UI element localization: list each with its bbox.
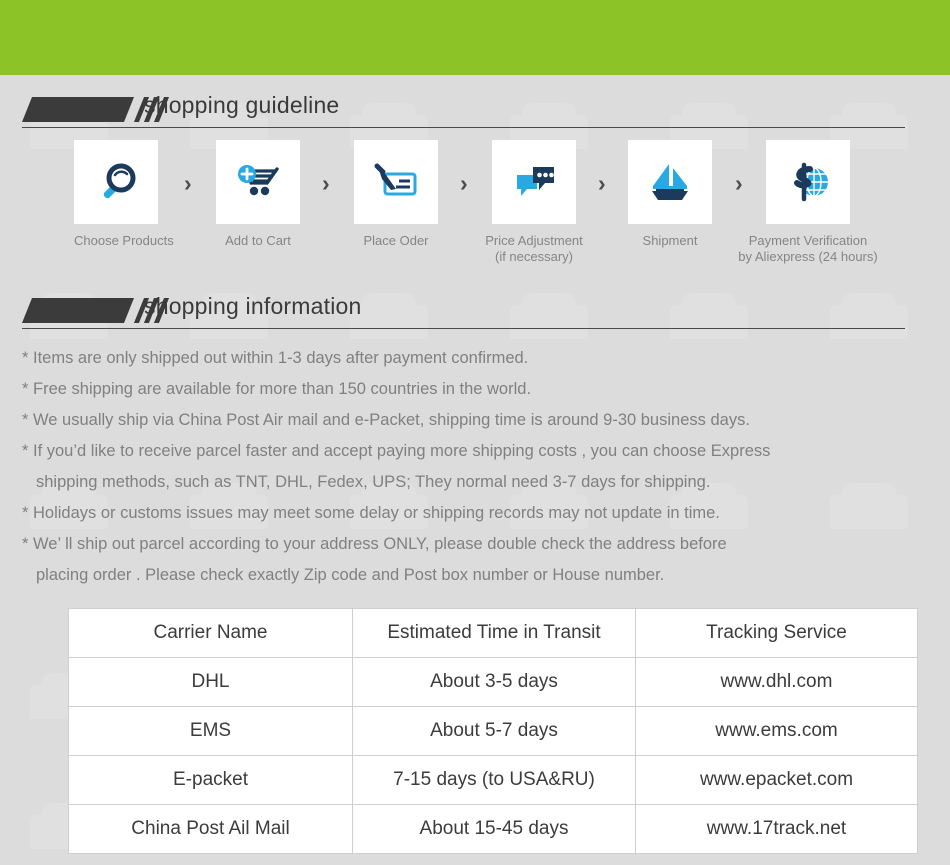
step-label: Price Adjustment (if necessary) <box>434 233 634 265</box>
cell-carrier-name: DHL <box>68 657 353 707</box>
cell-tracking-service[interactable]: www.epacket.com <box>635 755 918 805</box>
table-row: E-packet 7-15 days (to USA&RU) www.epack… <box>68 755 918 805</box>
step-label-line1: Choose Products <box>74 233 174 248</box>
step-tile <box>766 140 850 224</box>
shipping-notes: * Items are only shipped out within 1-3 … <box>22 343 927 591</box>
cell-tracking-service[interactable]: www.dhl.com <box>635 657 918 707</box>
guideline-title: shopping guideline <box>144 92 340 118</box>
step-choose-products: Choose Products <box>74 140 174 249</box>
step-label-line1: Shipment <box>642 233 698 248</box>
cell-carrier-name: China Post Ail Mail <box>68 804 353 854</box>
note-line-continued: placing order . Please check exactly Zip… <box>36 566 665 584</box>
step-add-to-cart: Add to Cart <box>216 140 300 249</box>
cell-estimated-time: About 15-45 days <box>352 804 636 854</box>
step-place-order: Place Oder <box>354 140 438 249</box>
step-tile <box>74 140 158 224</box>
information-underline <box>22 328 905 329</box>
step-label: Payment Verification by Aliexpress (24 h… <box>708 233 908 265</box>
column-header-carrier-name: Carrier Name <box>68 608 353 658</box>
shipping-info-page: shopping guideline Choose Products › Add… <box>0 0 950 865</box>
step-price-adjustment: Price Adjustment (if necessary) <box>485 140 583 265</box>
note-line: * We usually ship via China Post Air mai… <box>22 411 750 429</box>
step-label-line2: by Aliexpress (24 hours) <box>738 249 878 264</box>
note-line: * Free shipping are available for more t… <box>22 380 532 398</box>
cell-tracking-service[interactable]: www.17track.net <box>635 804 918 854</box>
step-payment-verification: Payment Verification by Aliexpress (24 h… <box>738 140 878 265</box>
cart-plus-icon <box>238 165 279 196</box>
cell-estimated-time: About 5-7 days <box>352 706 636 756</box>
heading-badge-shape <box>22 97 134 122</box>
step-tile <box>628 140 712 224</box>
note-line: * Holidays or customs issues may meet so… <box>22 504 720 522</box>
step-tile <box>216 140 300 224</box>
step-label: Shipment <box>628 233 712 249</box>
step-tile <box>354 140 438 224</box>
guideline-underline <box>22 127 905 128</box>
chat-bubbles-icon <box>517 167 554 196</box>
note-line: * Items are only shipped out within 1-3 … <box>22 349 529 367</box>
step-shipment: Shipment <box>628 140 712 249</box>
green-header-bar <box>0 0 950 75</box>
pen-card-icon <box>374 163 417 196</box>
note-line: * We’ ll ship out parcel according to yo… <box>22 535 727 553</box>
table-row: China Post Ail Mail About 15-45 days www… <box>68 804 918 854</box>
column-header-tracking-service: Tracking Service <box>635 608 918 658</box>
information-section-header: shopping information <box>0 293 950 331</box>
column-header-estimated-time: Estimated Time in Transit <box>352 608 636 658</box>
step-label-line1: Place Oder <box>363 233 429 248</box>
cell-estimated-time: About 3-5 days <box>352 657 636 707</box>
guideline-section-header: shopping guideline <box>0 92 950 130</box>
table-row: EMS About 5-7 days www.ems.com <box>68 706 918 756</box>
table-row: DHL About 3-5 days www.dhl.com <box>68 657 918 707</box>
step-separator-icon: › <box>184 170 192 196</box>
table-header-row: Carrier Name Estimated Time in Transit T… <box>68 608 918 658</box>
sailboat-icon <box>652 164 688 200</box>
heading-badge-shape <box>22 298 134 323</box>
magnifier-icon <box>103 163 136 199</box>
note-line: * If you’d like to receive parcel faster… <box>22 442 771 460</box>
step-separator-icon: › <box>735 170 743 196</box>
note-line-continued: shipping methods, such as TNT, DHL, Fede… <box>36 473 711 491</box>
shopping-steps: Choose Products › Add to Cart › Place Od… <box>0 140 950 275</box>
cell-carrier-name: E-packet <box>68 755 353 805</box>
carrier-table: Carrier Name Estimated Time in Transit T… <box>68 608 918 854</box>
cell-estimated-time: 7-15 days (to USA&RU) <box>352 755 636 805</box>
step-tile <box>492 140 576 224</box>
step-label: Place Oder <box>354 233 438 249</box>
step-label-line1: Add to Cart <box>225 233 291 248</box>
step-label-line1: Payment Verification <box>748 233 868 248</box>
cell-carrier-name: EMS <box>68 706 353 756</box>
step-label: Choose Products <box>74 233 174 249</box>
step-label-line2: (if necessary) <box>494 249 574 264</box>
step-separator-icon: › <box>322 170 330 196</box>
step-separator-icon: › <box>460 170 468 196</box>
step-separator-icon: › <box>598 170 606 196</box>
information-title: shopping information <box>144 293 362 319</box>
step-label: Add to Cart <box>216 233 300 249</box>
dollar-globe-icon <box>794 162 828 202</box>
cell-tracking-service[interactable]: www.ems.com <box>635 706 918 756</box>
step-label-line1: Price Adjustment <box>485 233 583 248</box>
